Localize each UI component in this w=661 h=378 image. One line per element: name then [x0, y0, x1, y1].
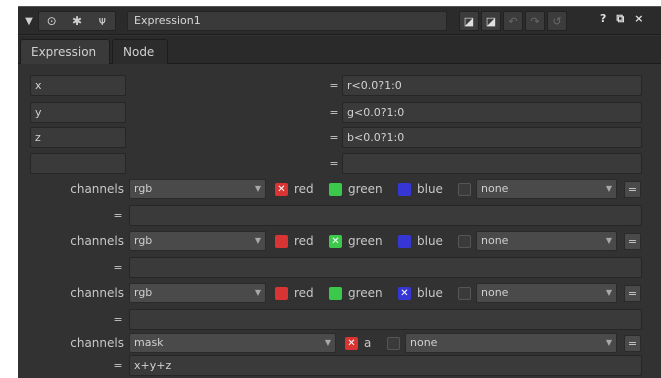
red-channel-checkbox[interactable]: ✕ — [275, 183, 288, 196]
extra-channel-dropdown-4[interactable]: none ▼ — [405, 333, 617, 353]
channel-expr-4[interactable]: x+y+z — [129, 355, 642, 376]
collapse-triangle-icon[interactable]: ▼ — [22, 12, 36, 30]
extra-channel-checkbox[interactable] — [458, 287, 471, 300]
extra-channel-value: none — [481, 182, 509, 195]
temp-name-0[interactable]: x — [30, 75, 126, 96]
temp-expr-0[interactable]: r<0.0?1:0 — [342, 75, 642, 96]
extra-channel-checkbox[interactable] — [458, 183, 471, 196]
layer-value: mask — [134, 336, 164, 349]
extra-channel-dropdown-2[interactable]: none ▼ — [476, 231, 617, 251]
chevron-down-icon: ▼ — [605, 236, 612, 245]
extra-channel-value: none — [410, 336, 438, 349]
gl-color-icon[interactable]: ◪ — [481, 11, 501, 31]
equals-label: = — [113, 261, 123, 274]
channel-expr-1[interactable] — [129, 205, 642, 226]
expression-editor-button[interactable]: = — [624, 335, 641, 352]
tile-color-icon[interactable]: ◪ — [459, 11, 479, 31]
temp-expr-3[interactable] — [342, 153, 642, 174]
gear-icon[interactable]: ✱ — [64, 12, 89, 30]
chevron-down-icon: ▼ — [605, 288, 612, 297]
node-tool-buttons: ⊙ ✱ ᴪ — [38, 11, 116, 31]
green-channel-checkbox[interactable] — [329, 287, 342, 300]
extra-channel-value: none — [481, 286, 509, 299]
wrench-icon[interactable]: ᴪ — [90, 12, 115, 30]
chevron-down-icon: ▼ — [605, 184, 612, 193]
green-channel-checkbox[interactable] — [329, 183, 342, 196]
chevron-down-icon: ▼ — [324, 338, 331, 347]
tab-bar: Expression Node — [18, 36, 661, 64]
alpha-channel-checkbox[interactable]: ✕ — [345, 337, 358, 350]
blue-channel-checkbox[interactable] — [398, 183, 411, 196]
layer-value: rgb — [134, 234, 153, 247]
channels-label: channels — [70, 234, 124, 248]
channel-expr-3[interactable] — [129, 309, 642, 330]
panel-icon-group: ◪ ◪ ↶ ↷ ↺ — [459, 11, 567, 31]
tab-node[interactable]: Node — [112, 39, 168, 64]
close-icon[interactable]: × — [634, 12, 643, 26]
layer-value: rgb — [134, 286, 153, 299]
equals-label: = — [329, 106, 339, 119]
extra-channel-checkbox[interactable] — [458, 235, 471, 248]
chevron-down-icon: ▼ — [254, 236, 261, 245]
redo-icon[interactable]: ↷ — [525, 11, 545, 31]
red-channel-checkbox[interactable] — [275, 235, 288, 248]
equals-label: = — [113, 209, 123, 222]
undo-icon[interactable]: ↶ — [503, 11, 523, 31]
properties-panel: ▼ ⊙ ✱ ᴪ Expression1 ◪ ◪ ↶ ↷ ↺ ? ⧉ × Expr… — [18, 6, 661, 378]
chevron-down-icon: ▼ — [254, 288, 261, 297]
tab-expression[interactable]: Expression — [20, 39, 110, 64]
help-button[interactable]: ? — [600, 12, 606, 26]
chevron-down-icon: ▼ — [605, 338, 612, 347]
alpha-channel-label: a — [364, 336, 372, 350]
expression-editor-button[interactable]: = — [624, 233, 641, 250]
viewer-circle-icon[interactable]: ⊙ — [39, 12, 64, 30]
equals-label: = — [329, 157, 339, 170]
temp-expr-2[interactable]: b<0.0?1:0 — [342, 127, 642, 148]
blue-channel-label: blue — [417, 182, 443, 196]
window-controls: ? ⧉ × — [600, 12, 643, 26]
equals-label: = — [113, 313, 123, 326]
temp-expr-1[interactable]: g<0.0?1:0 — [342, 102, 642, 123]
channels-label: channels — [70, 182, 124, 196]
temp-name-2[interactable]: z — [30, 127, 126, 148]
channels-label: channels — [70, 336, 124, 350]
green-channel-label: green — [348, 286, 383, 300]
chevron-down-icon: ▼ — [254, 184, 261, 193]
temp-name-1[interactable]: y — [30, 102, 126, 123]
title-bar: ▼ ⊙ ✱ ᴪ Expression1 ◪ ◪ ↶ ↷ ↺ ? ⧉ × — [18, 7, 661, 35]
extra-channel-checkbox[interactable] — [387, 337, 400, 350]
float-panel-icon[interactable]: ⧉ — [616, 12, 624, 26]
layer-dropdown-2[interactable]: rgb ▼ — [129, 231, 266, 251]
blue-channel-checkbox[interactable]: ✕ — [398, 287, 411, 300]
red-channel-checkbox[interactable] — [275, 287, 288, 300]
layer-dropdown-4[interactable]: mask ▼ — [129, 333, 336, 353]
green-channel-checkbox[interactable]: ✕ — [329, 235, 342, 248]
channels-label: channels — [70, 286, 124, 300]
extra-channel-value: none — [481, 234, 509, 247]
layer-value: rgb — [134, 182, 153, 195]
temp-name-3[interactable] — [30, 153, 126, 174]
layer-dropdown-3[interactable]: rgb ▼ — [129, 283, 266, 303]
green-channel-label: green — [348, 234, 383, 248]
revert-icon[interactable]: ↺ — [547, 11, 567, 31]
equals-label: = — [113, 359, 123, 372]
extra-channel-dropdown-1[interactable]: none ▼ — [476, 179, 617, 199]
equals-label: = — [329, 79, 339, 92]
blue-channel-label: blue — [417, 234, 443, 248]
expression-editor-button[interactable]: = — [624, 181, 641, 198]
expression-editor-button[interactable]: = — [624, 285, 641, 302]
extra-channel-dropdown-3[interactable]: none ▼ — [476, 283, 617, 303]
equals-label: = — [329, 131, 339, 144]
layer-dropdown-1[interactable]: rgb ▼ — [129, 179, 266, 199]
node-name-field[interactable]: Expression1 — [127, 11, 447, 31]
channel-expr-2[interactable] — [129, 257, 642, 278]
green-channel-label: green — [348, 182, 383, 196]
red-channel-label: red — [294, 234, 314, 248]
red-channel-label: red — [294, 286, 314, 300]
red-channel-label: red — [294, 182, 314, 196]
blue-channel-label: blue — [417, 286, 443, 300]
blue-channel-checkbox[interactable] — [398, 235, 411, 248]
